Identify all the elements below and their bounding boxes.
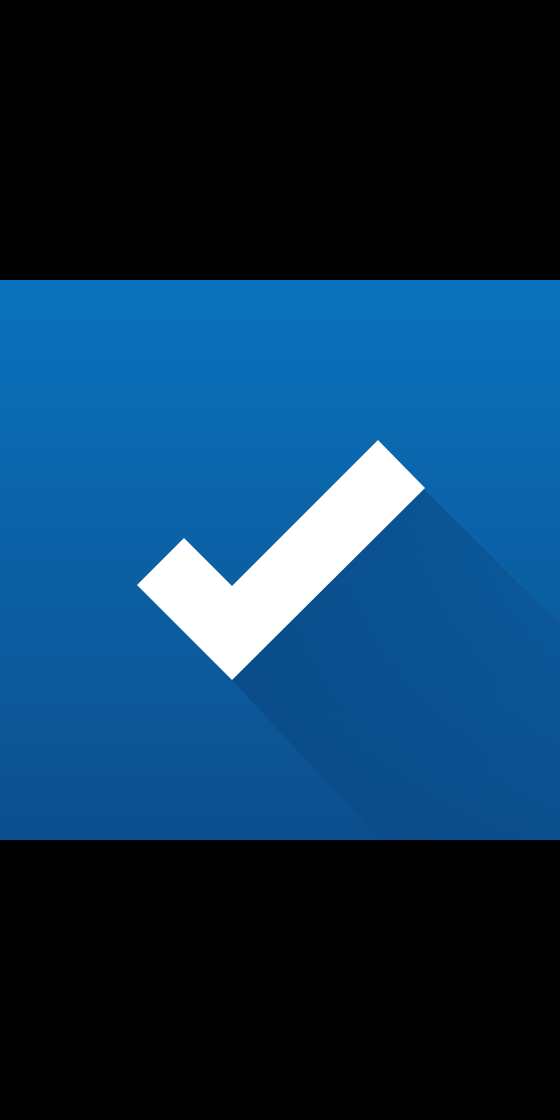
letterbox-top bbox=[0, 0, 560, 280]
letterbox-bottom bbox=[0, 840, 560, 1120]
app-logo-panel bbox=[0, 280, 560, 840]
checkmark-logo bbox=[137, 440, 560, 840]
splash-screen bbox=[0, 0, 560, 1120]
